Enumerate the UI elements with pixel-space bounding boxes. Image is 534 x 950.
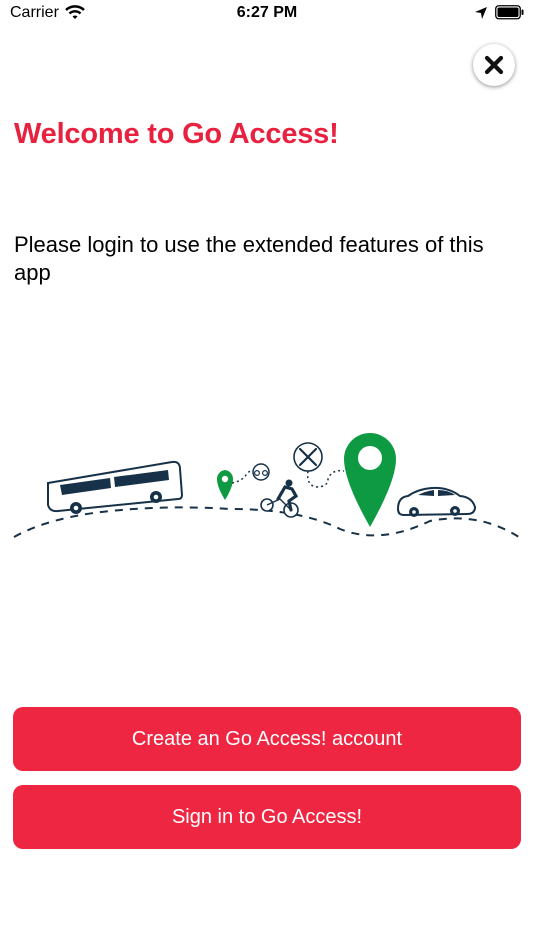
bus-icon [47,460,184,514]
login-description: Please login to use the extended feature… [14,232,484,285]
transport-illustration [13,433,523,540]
clock: 6:27 PM [236,4,298,21]
bike-badge-icon [252,463,270,481]
small-map-pin-icon [216,470,234,500]
sign-in-button[interactable]: Sign in to Go Access! [13,785,521,849]
location-arrow-icon [475,7,487,19]
car-icon [396,486,477,517]
close-button[interactable] [473,44,515,86]
cyclist-icon [260,479,299,518]
close-icon [484,55,504,75]
status-bar: Carrier 6:27 PM [0,0,534,30]
battery-icon [495,5,524,20]
page-title: Welcome to Go Access! [14,118,339,150]
create-account-button[interactable]: Create an Go Access! account [13,707,521,771]
large-map-pin-icon [344,433,396,527]
restaurant-badge-icon [293,442,323,472]
